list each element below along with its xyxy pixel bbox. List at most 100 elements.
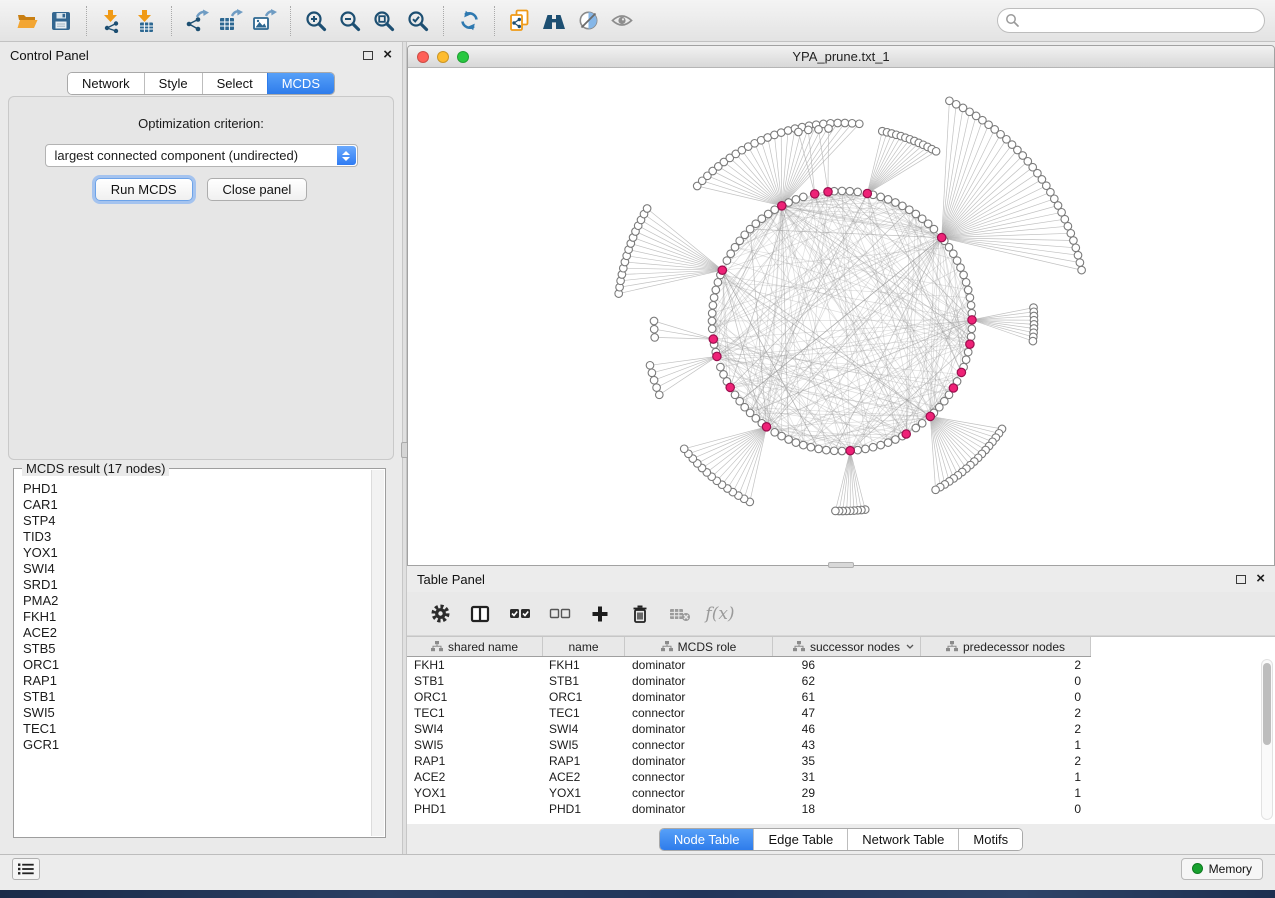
table-row[interactable]: ACE2ACE2connector311 <box>407 769 1275 785</box>
tab-network-table[interactable]: Network Table <box>847 829 958 850</box>
table-row[interactable]: FKH1FKH1dominator962 <box>407 657 1275 673</box>
table-cell[interactable]: PHD1 <box>543 802 625 816</box>
table-cell[interactable]: 2 <box>921 706 1091 720</box>
column-header[interactable]: MCDS role <box>625 637 773 656</box>
table-row[interactable]: ORC1ORC1dominator610 <box>407 689 1275 705</box>
list-item[interactable]: YOX1 <box>23 545 371 561</box>
table-cell[interactable]: 61 <box>773 690 921 704</box>
table-cell[interactable]: connector <box>625 770 773 784</box>
table-cell[interactable]: dominator <box>625 722 773 736</box>
table-cell[interactable]: 35 <box>773 754 921 768</box>
close-panel-button[interactable]: Close panel <box>207 178 308 201</box>
table-row[interactable]: RAP1RAP1dominator352 <box>407 753 1275 769</box>
sort-chevron-icon[interactable] <box>906 644 914 649</box>
table-cell[interactable]: SWI4 <box>543 722 625 736</box>
list-item[interactable]: PMA2 <box>23 593 371 609</box>
table-cell[interactable]: 2 <box>921 722 1091 736</box>
table-cell[interactable]: 1 <box>921 786 1091 800</box>
table-cell[interactable]: connector <box>625 706 773 720</box>
list-item[interactable]: TID3 <box>23 529 371 545</box>
tab-motifs[interactable]: Motifs <box>958 829 1022 850</box>
column-header[interactable]: predecessor nodes <box>921 637 1091 656</box>
list-item[interactable]: STP4 <box>23 513 371 529</box>
zoom-fit-icon[interactable] <box>369 6 399 36</box>
new-network-from-selection-icon[interactable] <box>505 6 535 36</box>
table-row[interactable]: SWI5SWI5connector431 <box>407 737 1275 753</box>
table-cell[interactable]: TEC1 <box>543 706 625 720</box>
table-row[interactable]: YOX1YOX1connector291 <box>407 785 1275 801</box>
delete-column-trash-icon[interactable] <box>625 599 655 629</box>
tab-style[interactable]: Style <box>144 73 202 94</box>
export-image-icon[interactable] <box>250 6 280 36</box>
hide-graphics-details-icon[interactable] <box>573 6 603 36</box>
tab-network[interactable]: Network <box>68 73 144 94</box>
list-item[interactable]: TEC1 <box>23 721 371 737</box>
network-titlebar[interactable]: YPA_prune.txt_1 <box>408 46 1274 68</box>
table-cell[interactable]: dominator <box>625 658 773 672</box>
table-cell[interactable]: 31 <box>773 770 921 784</box>
table-cell[interactable]: 96 <box>773 658 921 672</box>
list-item[interactable]: SWI4 <box>23 561 371 577</box>
memory-button[interactable]: Memory <box>1181 858 1263 880</box>
mcds-result-scrollbar[interactable] <box>371 470 384 836</box>
table-cell[interactable]: dominator <box>625 802 773 816</box>
table-cell[interactable]: ORC1 <box>407 690 543 704</box>
close-panel-icon[interactable]: × <box>383 50 392 60</box>
mcds-result-list[interactable]: PHD1CAR1STP4TID3YOX1SWI4SRD1PMA2FKH1ACE2… <box>15 470 371 836</box>
import-network-icon[interactable] <box>97 6 127 36</box>
table-cell[interactable]: PHD1 <box>407 802 543 816</box>
list-item[interactable]: RAP1 <box>23 673 371 689</box>
list-item[interactable]: SRD1 <box>23 577 371 593</box>
table-cell[interactable]: 47 <box>773 706 921 720</box>
import-table-icon[interactable] <box>131 6 161 36</box>
table-cell[interactable]: SWI5 <box>543 738 625 752</box>
run-mcds-button[interactable]: Run MCDS <box>95 178 193 201</box>
table-row[interactable]: SWI4SWI4dominator462 <box>407 721 1275 737</box>
table-cell[interactable]: STB1 <box>543 674 625 688</box>
list-item[interactable]: GCR1 <box>23 737 371 753</box>
table-cell[interactable]: RAP1 <box>407 754 543 768</box>
table-cell[interactable]: 46 <box>773 722 921 736</box>
column-header[interactable]: successor nodes <box>773 637 921 656</box>
table-cell[interactable]: 62 <box>773 674 921 688</box>
table-row[interactable]: TEC1TEC1connector472 <box>407 705 1275 721</box>
table-cell[interactable]: 0 <box>921 802 1091 816</box>
table-cell[interactable]: STB1 <box>407 674 543 688</box>
table-cell[interactable]: dominator <box>625 754 773 768</box>
column-header[interactable]: name <box>543 637 625 656</box>
table-cell[interactable]: ACE2 <box>407 770 543 784</box>
find-binoculars-icon[interactable] <box>539 6 569 36</box>
table-cell[interactable]: 0 <box>921 674 1091 688</box>
table-row[interactable]: STB1STB1dominator620 <box>407 673 1275 689</box>
search-input[interactable] <box>997 8 1265 33</box>
task-history-button[interactable] <box>12 858 40 880</box>
float-table-panel-icon[interactable] <box>1236 575 1246 584</box>
table-cell[interactable]: dominator <box>625 674 773 688</box>
table-cell[interactable]: RAP1 <box>543 754 625 768</box>
refresh-icon[interactable] <box>454 6 484 36</box>
float-panel-icon[interactable] <box>363 51 373 60</box>
table-cell[interactable]: YOX1 <box>543 786 625 800</box>
list-item[interactable]: ORC1 <box>23 657 371 673</box>
horizontal-splitter-grip[interactable] <box>828 562 854 568</box>
table-cell[interactable]: SWI5 <box>407 738 543 752</box>
zoom-in-icon[interactable] <box>301 6 331 36</box>
show-graphics-details-eye-icon[interactable] <box>607 6 637 36</box>
table-cell[interactable]: 18 <box>773 802 921 816</box>
table-cell[interactable]: ACE2 <box>543 770 625 784</box>
tab-mcds[interactable]: MCDS <box>267 73 334 94</box>
list-item[interactable]: STB5 <box>23 641 371 657</box>
export-network-icon[interactable] <box>182 6 212 36</box>
network-graph[interactable] <box>408 68 1271 562</box>
deselect-all-columns-icon[interactable] <box>545 599 575 629</box>
table-cell[interactable]: SWI4 <box>407 722 543 736</box>
zoom-out-icon[interactable] <box>335 6 365 36</box>
network-canvas[interactable] <box>408 68 1274 565</box>
list-item[interactable]: CAR1 <box>23 497 371 513</box>
create-column-plus-icon[interactable] <box>585 599 615 629</box>
table-scrollbar-thumb[interactable] <box>1263 663 1271 745</box>
table-cell[interactable]: 1 <box>921 738 1091 752</box>
table-cell[interactable]: FKH1 <box>407 658 543 672</box>
table-cell[interactable]: 2 <box>921 658 1091 672</box>
open-file-icon[interactable] <box>12 6 42 36</box>
